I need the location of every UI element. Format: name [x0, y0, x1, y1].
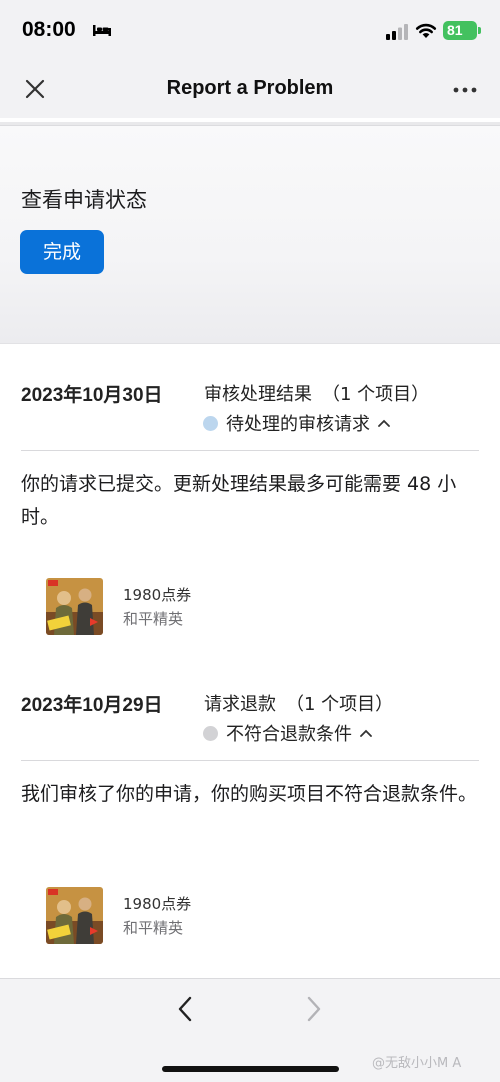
divider [21, 760, 479, 761]
nav-bar: Report a Problem [0, 62, 500, 118]
request-type-label: 请求退款 [204, 694, 276, 715]
request-date: 2023年10月30日 [21, 385, 163, 406]
battery-icon: 81 [443, 21, 477, 40]
chevron-right-icon[interactable] [305, 996, 323, 1022]
status-time: 08:00 [22, 18, 76, 41]
game-thumbnail-icon [46, 578, 103, 635]
request-date: 2023年10月29日 [21, 695, 163, 716]
request-item-count: （1 个项目） [322, 384, 430, 405]
page-title: Report a Problem [166, 77, 334, 99]
battery-level: 81 [447, 22, 463, 38]
product-thumbnail [46, 578, 103, 635]
chevron-up-icon [360, 729, 372, 737]
request-card: 2023年10月30日 审核处理结果 （1 个项目） 待处理的审核请求 你的请求已… [0, 380, 500, 665]
status-header: 查看申请状态 完成 [0, 126, 500, 344]
home-indicator[interactable] [162, 1066, 339, 1072]
request-message: 我们审核了你的申请，你的购买项目不符合退款条件。 [21, 783, 478, 805]
battery-tip [478, 27, 481, 34]
product-name: 1980点券 [123, 586, 192, 604]
request-status: 不符合退款条件 [226, 724, 352, 745]
request-status-toggle[interactable]: 不符合退款条件 [203, 720, 372, 746]
status-dot [203, 415, 218, 431]
request-card: 2023年10月29日 请求退款 （1 个项目） 不符合退款条件 我们审核了你的申… [0, 690, 500, 975]
product-game: 和平精英 [123, 919, 184, 937]
request-status-toggle[interactable]: 待处理的审核请求 [203, 410, 390, 436]
status-dot [203, 725, 218, 741]
request-item-count: （1 个项目） [286, 694, 394, 715]
request-status: 待处理的审核请求 [226, 414, 370, 435]
request-message: 你的请求已提交。更新处理结果最多可能需要 48 小时。 [21, 473, 457, 528]
status-bar: 08:00 81 [0, 0, 500, 62]
chevron-left-icon[interactable] [176, 996, 194, 1022]
request-type-label: 审核处理结果 [204, 384, 312, 405]
product-item[interactable]: 1980点券 和平精英 [46, 578, 346, 636]
bed-icon [93, 25, 111, 36]
product-name: 1980点券 [123, 895, 192, 913]
more-icon[interactable] [453, 86, 477, 94]
done-button[interactable]: 完成 [20, 230, 104, 274]
request-type: 请求退款 （1 个项目） [204, 690, 393, 716]
product-thumbnail [46, 887, 103, 944]
wifi-icon [415, 23, 437, 38]
chevron-up-icon [378, 419, 390, 427]
divider [21, 450, 479, 451]
request-type: 审核处理结果 （1 个项目） [204, 380, 429, 406]
cellular-icon [386, 24, 408, 40]
product-item[interactable]: 1980点券 和平精英 [46, 887, 346, 945]
product-game: 和平精英 [123, 610, 184, 628]
game-thumbnail-icon [46, 887, 103, 944]
watermark: @无敌小小M A [372, 1056, 462, 1071]
section-heading: 查看申请状态 [21, 188, 147, 212]
